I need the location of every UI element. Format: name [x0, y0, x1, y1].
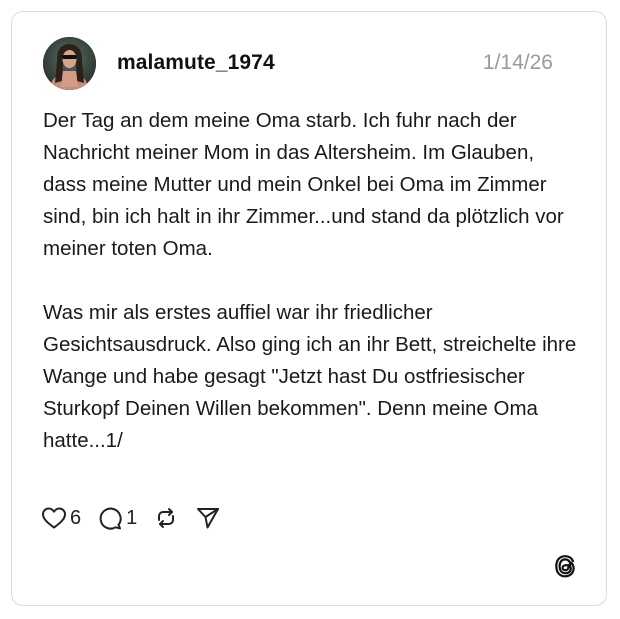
avatar-image: [43, 37, 96, 90]
username[interactable]: malamute_1974: [117, 51, 275, 75]
avatar[interactable]: [43, 37, 96, 90]
like-count: 6: [70, 506, 82, 529]
post-body: Der Tag an dem meine Oma starb. Ich fuhr…: [43, 105, 583, 457]
post-actions: 6 1: [41, 504, 237, 532]
heart-icon: [42, 507, 66, 529]
threads-logo-icon[interactable]: [552, 553, 578, 579]
post-paragraph-2: Was mir als erstes auffiel war ihr fried…: [43, 301, 577, 452]
repost-icon: [158, 508, 175, 528]
post-card: malamute_1974 1/14/26 Der Tag an dem mei…: [11, 11, 607, 606]
comment-button[interactable]: 1: [97, 505, 137, 531]
comment-count: 1: [126, 506, 138, 529]
repost-button[interactable]: [153, 505, 179, 531]
share-button[interactable]: [195, 505, 221, 531]
like-button[interactable]: 6: [41, 506, 81, 530]
post-date[interactable]: 1/14/26: [483, 51, 553, 75]
send-icon: [197, 508, 220, 529]
comment-bubble-icon: [99, 507, 122, 530]
post-paragraph-1: Der Tag an dem meine Oma starb. Ich fuhr…: [43, 109, 564, 260]
